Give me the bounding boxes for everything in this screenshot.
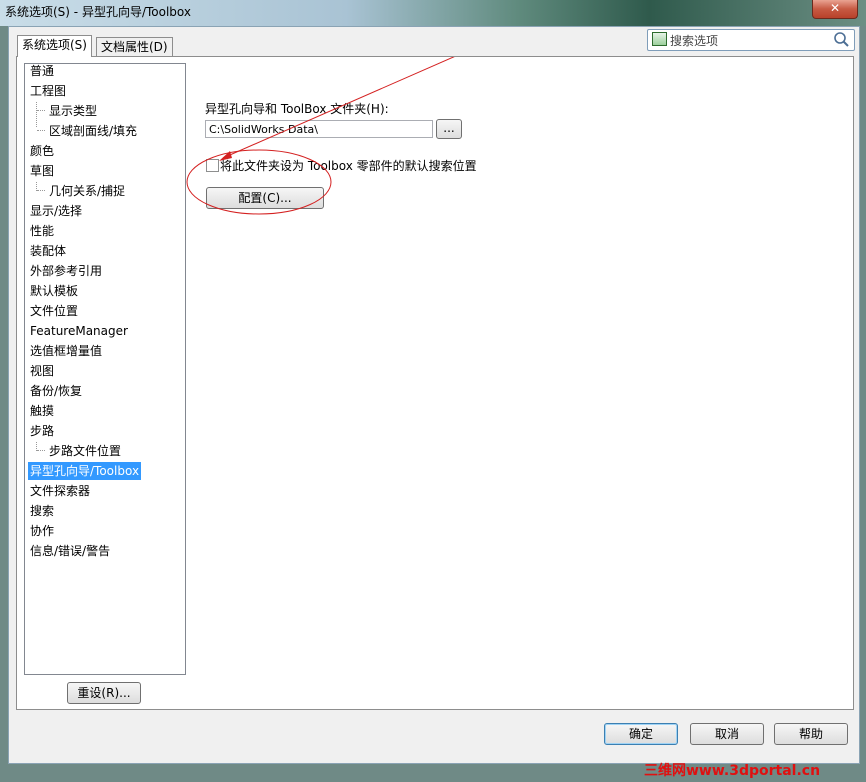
help-button[interactable]: 帮助: [774, 723, 848, 745]
magnifier-icon[interactable]: [833, 31, 850, 48]
search-input[interactable]: 搜索选项: [647, 29, 855, 51]
reset-button[interactable]: 重设(R)...: [67, 682, 141, 704]
tree-item-file-locations[interactable]: 文件位置: [28, 302, 80, 320]
tree-item-relations-snaps[interactable]: 几何关系/捕捉: [47, 182, 127, 200]
checkbox-label: 将此文件夹设为 Toolbox 零部件的默认搜索位置: [220, 159, 477, 173]
tree-item-backup-recover[interactable]: 备份/恢复: [28, 382, 84, 400]
tree-item-general[interactable]: 普通: [28, 64, 56, 80]
search-placeholder: 搜索选项: [670, 34, 719, 48]
options-list-icon: [652, 32, 667, 46]
ok-button[interactable]: 确定: [604, 723, 678, 745]
tab-label: 文档属性(D): [101, 40, 168, 54]
tree-connector: [37, 130, 45, 131]
tree-connector: [37, 450, 45, 451]
tab-label: 系统选项(S): [22, 38, 87, 52]
tree-item-search[interactable]: 搜索: [28, 502, 56, 520]
tree-item-external-references[interactable]: 外部参考引用: [28, 262, 104, 280]
tree-item-assemblies[interactable]: 装配体: [28, 242, 68, 260]
tab-system-options[interactable]: 系统选项(S): [17, 35, 92, 57]
tree-item-routing[interactable]: 步路: [28, 422, 56, 440]
browse-button[interactable]: ...: [436, 119, 462, 139]
configure-button[interactable]: 配置(C)...: [206, 187, 324, 209]
tree-item-display-selection[interactable]: 显示/选择: [28, 202, 84, 220]
cancel-button[interactable]: 取消: [690, 723, 764, 745]
title-bar: 系统选项(S) - 异型孔向导/Toolbox ✕: [0, 0, 866, 26]
tree-item-messages-errors-warnings[interactable]: 信息/错误/警告: [28, 542, 112, 560]
tab-document-properties[interactable]: 文档属性(D): [96, 37, 173, 56]
close-button[interactable]: ✕: [812, 0, 858, 19]
options-panel: 普通 工程图 显示类型 区域剖面线/填充 颜色 草图 几何关系/捕捉 显示/选择…: [16, 56, 854, 710]
tree-item-file-explorer[interactable]: 文件探索器: [28, 482, 92, 500]
dialog-client: 系统选项(S) 文档属性(D) 搜索选项 普通 工程图 显示类型 区域剖面线/填…: [8, 26, 860, 764]
tree-item-collaboration[interactable]: 协作: [28, 522, 56, 540]
folder-label: 异型孔向导和 ToolBox 文件夹(H):: [205, 102, 389, 116]
tree-connector: [37, 110, 45, 111]
tree-item-default-templates[interactable]: 默认模板: [28, 282, 80, 300]
tree-item-touch[interactable]: 触摸: [28, 402, 56, 420]
close-icon: ✕: [829, 1, 841, 15]
options-tree[interactable]: 普通 工程图 显示类型 区域剖面线/填充 颜色 草图 几何关系/捕捉 显示/选择…: [24, 63, 186, 675]
window-title: 系统选项(S) - 异型孔向导/Toolbox: [5, 5, 191, 19]
tree-connector: [37, 190, 45, 191]
tree-item-display-style[interactable]: 显示类型: [47, 102, 99, 120]
tree-item-sketch[interactable]: 草图: [28, 162, 56, 180]
tree-item-colors[interactable]: 颜色: [28, 142, 56, 160]
tree-item-featuremanager[interactable]: FeatureManager: [28, 322, 130, 340]
tree-item-hole-wizard-toolbox[interactable]: 异型孔向导/Toolbox: [28, 462, 142, 480]
watermark-text: 三维网www.3dportal.cn: [644, 763, 821, 779]
tree-item-routing-file-locations[interactable]: 步路文件位置: [47, 442, 123, 460]
tree-connector: [36, 102, 37, 127]
tree-item-performance[interactable]: 性能: [28, 222, 56, 240]
tree-item-area-hatch[interactable]: 区域剖面线/填充: [47, 122, 139, 140]
default-search-location-checkbox[interactable]: [206, 159, 219, 172]
tree-item-drawings[interactable]: 工程图: [28, 82, 68, 100]
folder-path-input[interactable]: C:\SolidWorks Data\: [205, 120, 433, 138]
tree-item-view[interactable]: 视图: [28, 362, 56, 380]
tree-item-spin-box-increments[interactable]: 选值框增量值: [28, 342, 104, 360]
